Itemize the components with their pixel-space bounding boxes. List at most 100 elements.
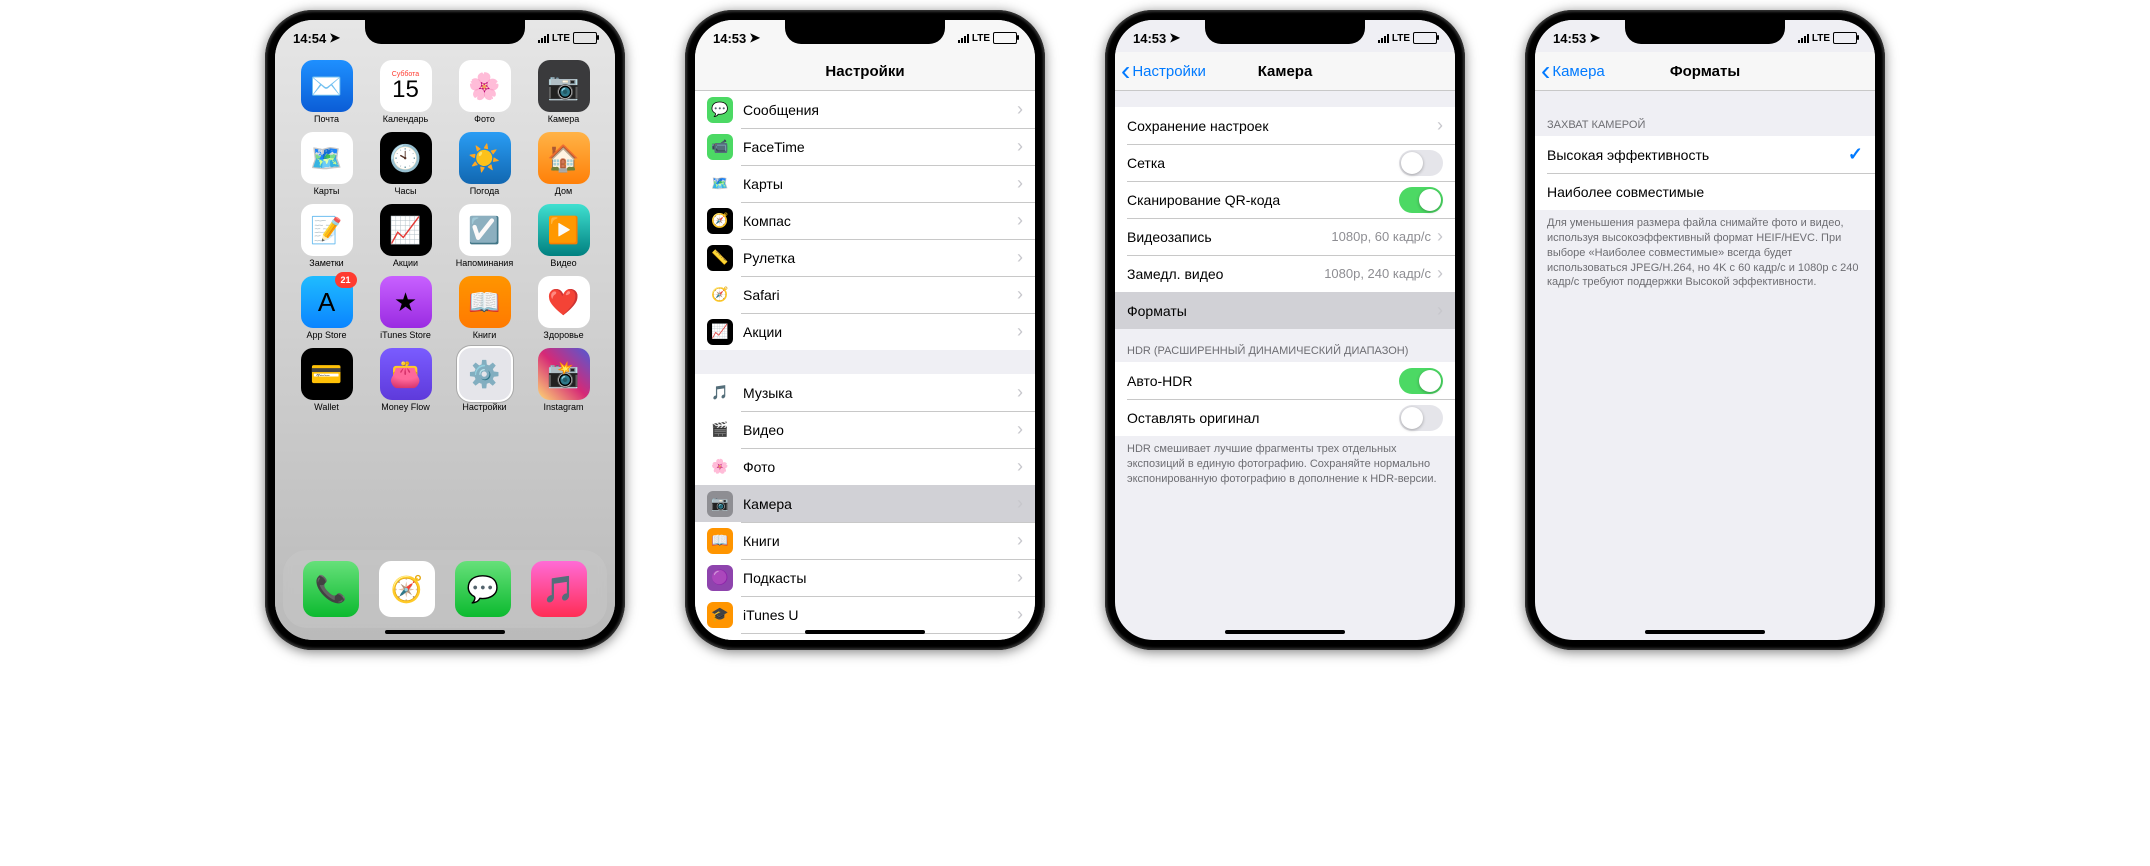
app-label: Камера: [548, 114, 579, 124]
settings-row-Музыка[interactable]: 🎵Музыка›: [695, 374, 1035, 411]
back-button[interactable]: Настройки: [1121, 62, 1206, 80]
row-high-efficiency[interactable]: Высокая эффективность✓: [1535, 136, 1875, 173]
location-icon: ➤: [1169, 30, 1180, 46]
settings-row-Видео[interactable]: 🎬Видео›: [695, 411, 1035, 448]
row-qr[interactable]: Сканирование QR-кода: [1115, 181, 1455, 218]
carrier: LTE: [1812, 33, 1830, 44]
row-label: Подкасты: [743, 570, 1017, 586]
row-icon: 📈: [707, 319, 733, 345]
row-most-compatible[interactable]: Наиболее совместимые: [1535, 173, 1875, 210]
app-App Store[interactable]: A21App Store: [291, 276, 362, 340]
app-Instagram[interactable]: 📸Instagram: [528, 348, 599, 412]
signal-icon: [1798, 34, 1809, 43]
row-label: Акции: [743, 324, 1017, 340]
row-keep-original[interactable]: Оставлять оригинал: [1115, 399, 1455, 436]
app-label: Заметки: [309, 258, 343, 268]
row-preserve-settings[interactable]: Сохранение настроек›: [1115, 107, 1455, 144]
home-indicator[interactable]: [1225, 630, 1345, 634]
app-icon: ✉️: [301, 60, 353, 112]
app-Акции[interactable]: 📈Акции: [370, 204, 441, 268]
nav-title: Форматы: [1670, 63, 1740, 80]
row-auto-hdr[interactable]: Авто-HDR: [1115, 362, 1455, 399]
app-Дом[interactable]: 🏠Дом: [528, 132, 599, 196]
row-slowmo[interactable]: Замедл. видео1080p, 240 кадр/с›: [1115, 255, 1455, 292]
settings-row-Камера[interactable]: 📷Камера›: [695, 485, 1035, 522]
settings-row-Рулетка[interactable]: 📏Рулетка›: [695, 239, 1035, 276]
row-grid[interactable]: Сетка: [1115, 144, 1455, 181]
app-icon: A21: [301, 276, 353, 328]
nav-title: Камера: [1258, 63, 1313, 80]
row-icon: 🎮: [707, 639, 733, 641]
home-indicator[interactable]: [805, 630, 925, 634]
app-Видео[interactable]: ▶️Видео: [528, 204, 599, 268]
chevron-right-icon: ›: [1017, 321, 1023, 342]
app-Здоровье[interactable]: ❤️Здоровье: [528, 276, 599, 340]
app-Money Flow[interactable]: 👛Money Flow: [370, 348, 441, 412]
settings-row-Акции[interactable]: 📈 Акции›: [695, 313, 1035, 350]
settings-row-Подкасты[interactable]: 🟣Подкасты›: [695, 559, 1035, 596]
toggle-keep-original[interactable]: [1399, 405, 1443, 431]
dock-messages[interactable]: 💬: [455, 561, 511, 617]
app-Карты[interactable]: 🗺️Карты: [291, 132, 362, 196]
chevron-right-icon: ›: [1017, 567, 1023, 588]
app-icon: ⚙️: [459, 348, 511, 400]
settings-row-Карты[interactable]: 🗺️Карты›: [695, 165, 1035, 202]
app-iTunes Store[interactable]: ★iTunes Store: [370, 276, 441, 340]
row-label: Видео: [743, 422, 1017, 438]
settings-row-Книги[interactable]: 📖Книги›: [695, 522, 1035, 559]
app-Камера[interactable]: 📷Камера: [528, 60, 599, 124]
settings-row-Компас[interactable]: 🧭Компас›: [695, 202, 1035, 239]
phone-camera-settings: 14:53➤ LTE Настройки Камера Сохранение н…: [1105, 10, 1465, 650]
settings-row-Safari[interactable]: 🧭Safari›: [695, 276, 1035, 313]
dock-safari[interactable]: 🧭: [379, 561, 435, 617]
battery-icon: [1833, 32, 1857, 44]
dock: 📞 🧭 💬 🎵: [283, 550, 607, 628]
settings-row-Сообщения[interactable]: 💬Сообщения›: [695, 91, 1035, 128]
dock-phone[interactable]: 📞: [303, 561, 359, 617]
checkmark-icon: ✓: [1848, 144, 1863, 165]
row-icon: 📹: [707, 134, 733, 160]
row-video[interactable]: Видеозапись1080p, 60 кадр/с›: [1115, 218, 1455, 255]
battery-icon: [573, 32, 597, 44]
app-label: Wallet: [314, 402, 339, 412]
app-icon: 💳: [301, 348, 353, 400]
toggle-autohdr[interactable]: [1399, 368, 1443, 394]
app-Настройки[interactable]: ⚙️Настройки: [449, 348, 520, 412]
row-label: iTunes U: [743, 607, 1017, 623]
row-formats[interactable]: Форматы›: [1115, 292, 1455, 329]
settings-row-Фото[interactable]: 🌸Фото›: [695, 448, 1035, 485]
app-icon: 📸: [538, 348, 590, 400]
app-Погода[interactable]: ☀️Погода: [449, 132, 520, 196]
app-Напоминания[interactable]: ☑️Напоминания: [449, 204, 520, 268]
dock-music[interactable]: 🎵: [531, 561, 587, 617]
home-indicator[interactable]: [385, 630, 505, 634]
app-Календарь[interactable]: Суббота15Календарь: [370, 60, 441, 124]
row-label: FaceTime: [743, 139, 1017, 155]
settings-row-FaceTime[interactable]: 📹FaceTime›: [695, 128, 1035, 165]
settings-row-Game Center[interactable]: 🎮Game Center›: [695, 633, 1035, 640]
row-icon: 📏: [707, 245, 733, 271]
app-label: Акции: [393, 258, 418, 268]
app-label: Напоминания: [456, 258, 513, 268]
row-icon: 💬: [707, 97, 733, 123]
app-Фото[interactable]: 🌸Фото: [449, 60, 520, 124]
battery-icon: [993, 32, 1017, 44]
location-icon: ➤: [329, 30, 340, 46]
back-button[interactable]: Камера: [1541, 62, 1605, 80]
app-Часы[interactable]: 🕙Часы: [370, 132, 441, 196]
app-Почта[interactable]: ✉️Почта: [291, 60, 362, 124]
home-indicator[interactable]: [1645, 630, 1765, 634]
app-Книги[interactable]: 📖Книги: [449, 276, 520, 340]
status-time: 14:54: [293, 31, 326, 46]
settings-row-iTunes U[interactable]: 🎓iTunes U›: [695, 596, 1035, 633]
location-icon: ➤: [1589, 30, 1600, 46]
toggle-qr[interactable]: [1399, 187, 1443, 213]
row-icon: 🌸: [707, 454, 733, 480]
row-icon: 📖: [707, 528, 733, 554]
toggle-grid[interactable]: [1399, 150, 1443, 176]
chevron-right-icon: ›: [1017, 99, 1023, 120]
app-Заметки[interactable]: 📝Заметки: [291, 204, 362, 268]
phone-settings: 14:53➤ LTE Настройки 💬Сообщения›📹FaceTim…: [685, 10, 1045, 650]
app-Wallet[interactable]: 💳 Wallet: [291, 348, 362, 412]
chevron-right-icon: ›: [1017, 604, 1023, 625]
